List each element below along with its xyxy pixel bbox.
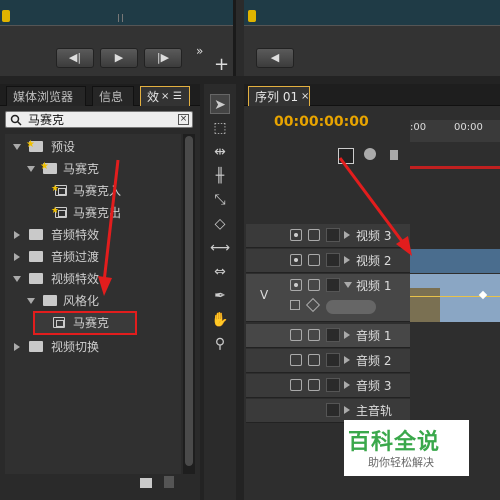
annotation-arrows [98, 157, 412, 296]
arrow-to-effect [102, 159, 120, 283]
arrowhead-icon [396, 236, 412, 256]
arrowhead-icon [98, 276, 112, 296]
arrow-to-track [338, 157, 406, 245]
